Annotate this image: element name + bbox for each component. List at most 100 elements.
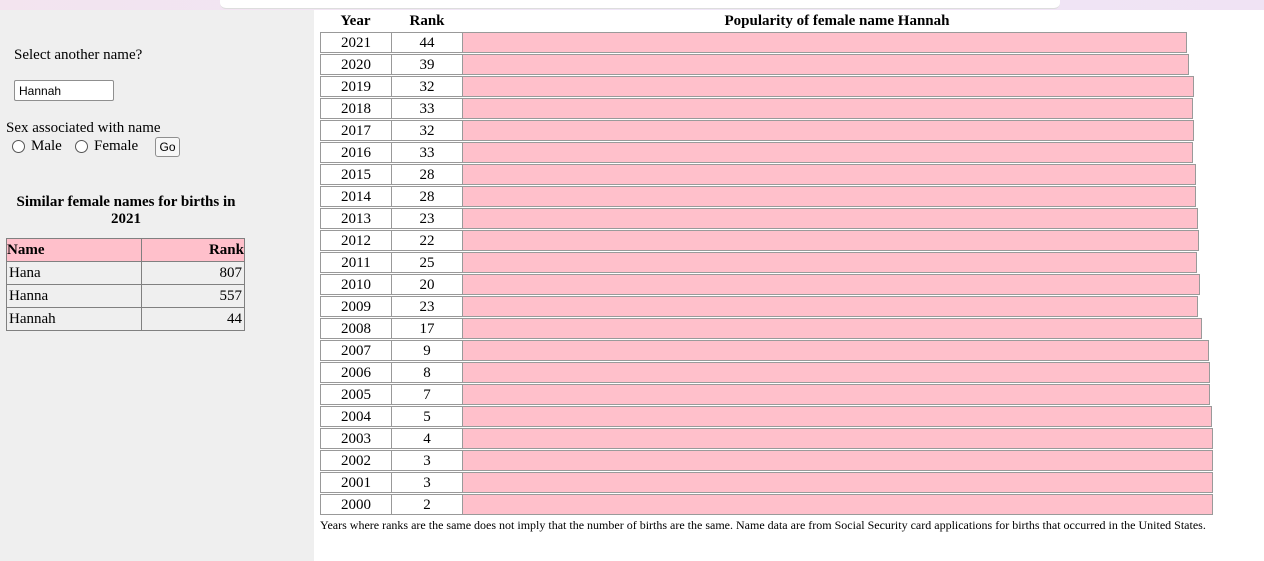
rank-row: 2021 44 (320, 32, 1264, 54)
year-cell: 2020 (320, 54, 392, 75)
year-cell: 2002 (320, 450, 392, 471)
rank-row: 2001 3 (320, 472, 1264, 494)
name-selection-panel: Select another name? Sex associated with… (0, 10, 314, 561)
popularity-chart-title: Popularity of female name Hannah (724, 13, 950, 29)
rank-cell: 23 (391, 296, 463, 317)
year-cell: 2000 (320, 494, 392, 515)
popularity-bar (462, 208, 1198, 229)
rank-row: 2018 33 (320, 98, 1264, 120)
browser-address-bar[interactable] (220, 0, 1060, 9)
year-cell: 2008 (320, 318, 392, 339)
year-cell: 2010 (320, 274, 392, 295)
rank-cell: 17 (391, 318, 463, 339)
year-cell: 2017 (320, 120, 392, 141)
rank-row: 2016 33 (320, 142, 1264, 164)
similar-name-cell: Hana (6, 261, 142, 285)
year-cell: 2016 (320, 142, 392, 163)
popularity-bar (462, 340, 1209, 361)
rank-row: 2009 23 (320, 296, 1264, 318)
popularity-bar (462, 362, 1210, 383)
rank-row: 2010 20 (320, 274, 1264, 296)
similar-rank-header: Rank (141, 238, 245, 262)
rank-row: 2008 17 (320, 318, 1264, 340)
rank-row: 2003 4 (320, 428, 1264, 450)
rank-row: 2012 22 (320, 230, 1264, 252)
similar-names-title: Similar female names for births in 2021 (16, 194, 236, 227)
rank-cell: 2 (391, 494, 463, 515)
popularity-bar (462, 120, 1194, 141)
popularity-bar (462, 472, 1213, 493)
year-cell: 2015 (320, 164, 392, 185)
year-cell: 2013 (320, 208, 392, 229)
rank-row: 2020 39 (320, 54, 1264, 76)
rank-cell: 32 (391, 76, 463, 97)
popularity-bar (462, 164, 1196, 185)
year-cell: 2021 (320, 32, 392, 53)
rank-row: 2015 28 (320, 164, 1264, 186)
rank-cell: 33 (391, 98, 463, 119)
sex-male-option[interactable]: Male (12, 138, 62, 155)
go-button[interactable]: Go (155, 137, 180, 157)
rank-cell: 3 (391, 472, 463, 493)
rank-row: 2014 28 (320, 186, 1264, 208)
similar-name-header: Name (6, 238, 142, 262)
popularity-bar (462, 32, 1187, 53)
male-radio[interactable] (12, 140, 25, 153)
year-cell: 2018 (320, 98, 392, 119)
rank-row: 2007 9 (320, 340, 1264, 362)
rank-row: 2004 5 (320, 406, 1264, 428)
popularity-bar (462, 142, 1193, 163)
similar-rank-cell: 557 (141, 284, 245, 308)
similar-name-cell: Hanna (6, 284, 142, 308)
popularity-bar (462, 450, 1213, 471)
popularity-bar (462, 252, 1197, 273)
similar-row: Hana 807 (6, 261, 245, 285)
rank-row: 2005 7 (320, 384, 1264, 406)
rank-row: 2006 8 (320, 362, 1264, 384)
year-cell: 2005 (320, 384, 392, 405)
rank-cell: 3 (391, 450, 463, 471)
year-cell: 2014 (320, 186, 392, 207)
female-radio[interactable] (75, 140, 88, 153)
year-cell: 2006 (320, 362, 392, 383)
rank-row: 2002 3 (320, 450, 1264, 472)
similar-rank-cell: 807 (141, 261, 245, 285)
rank-column-header: Rank (409, 13, 445, 29)
rank-cell: 5 (391, 406, 463, 427)
rank-row: 2000 2 (320, 494, 1264, 516)
similar-header-row: Name Rank (6, 238, 245, 262)
select-name-label: Select another name? (14, 47, 143, 63)
popularity-bar (462, 54, 1189, 75)
popularity-bar (462, 98, 1193, 119)
rank-row: 2013 23 (320, 208, 1264, 230)
popularity-bar (462, 318, 1202, 339)
rank-cell: 28 (391, 164, 463, 185)
rank-cell: 9 (391, 340, 463, 361)
rank-row: 2019 32 (320, 76, 1264, 98)
similar-row: Hanna 557 (6, 284, 245, 308)
similar-rank-cell: 44 (141, 307, 245, 331)
sex-female-option[interactable]: Female (75, 138, 138, 155)
popularity-bar (462, 76, 1194, 97)
similar-names-table: Name Rank Hana 807 Hanna 557 Hannah 44 (6, 238, 245, 331)
popularity-bar (462, 230, 1199, 251)
rank-cell: 25 (391, 252, 463, 273)
rank-cell: 7 (391, 384, 463, 405)
year-cell: 2007 (320, 340, 392, 361)
rank-cell: 8 (391, 362, 463, 383)
sex-label: Sex associated with name (6, 120, 161, 136)
popularity-bar (462, 428, 1213, 449)
year-cell: 2009 (320, 296, 392, 317)
year-column-header: Year (340, 13, 371, 29)
year-cell: 2001 (320, 472, 392, 493)
popularity-bar (462, 296, 1198, 317)
year-cell: 2011 (320, 252, 392, 273)
name-input[interactable] (14, 80, 114, 101)
similar-row: Hannah 44 (6, 307, 245, 331)
rank-row: 2017 32 (320, 120, 1264, 142)
male-label: Male (31, 138, 62, 154)
rank-cell: 4 (391, 428, 463, 449)
similar-name-cell: Hannah (6, 307, 142, 331)
rank-cell: 39 (391, 54, 463, 75)
rank-cell: 20 (391, 274, 463, 295)
